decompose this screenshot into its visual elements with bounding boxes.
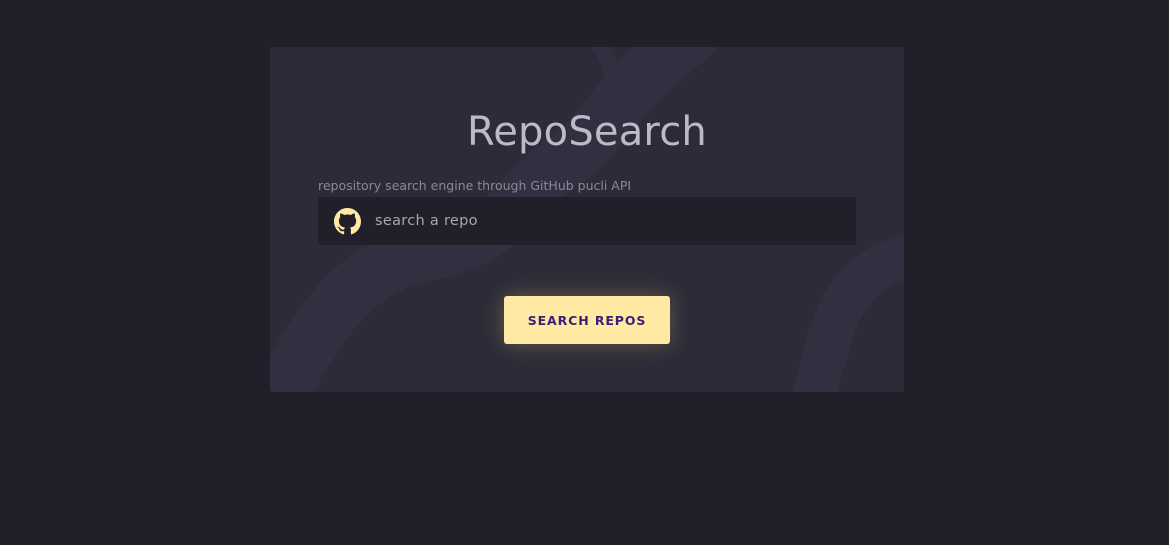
app-title: RepoSearch [467,109,707,155]
search-repos-button[interactable]: SEARCH REPOS [504,296,670,344]
search-card: RepoSearch repository search engine thro… [270,47,904,392]
search-input[interactable] [373,205,847,237]
search-bar [318,197,856,245]
app-subtitle: repository search engine through GitHub … [318,178,632,193]
github-icon [333,207,361,235]
